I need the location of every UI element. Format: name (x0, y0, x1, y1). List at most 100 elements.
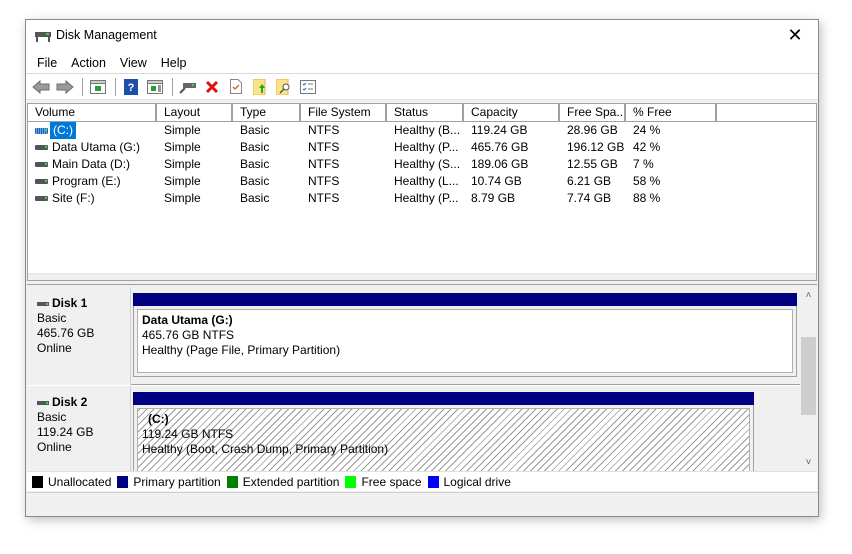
disk-management-app-icon (35, 32, 51, 42)
partition-details: (C:) 119.24 GB NTFS Healthy (Boot, Crash… (137, 408, 750, 471)
check-button[interactable] (225, 77, 247, 97)
folder-search-button[interactable] (273, 77, 295, 97)
layout-cell: Simple (164, 123, 201, 137)
menu-view[interactable]: View (113, 56, 154, 70)
legend: Unallocated Primary partition Extended p… (27, 471, 817, 491)
partition-details: Data Utama (G:) 465.76 GB NTFS Healthy (… (137, 309, 793, 373)
volume-list-header: Volume Layout Type File System Status Ca… (28, 104, 816, 122)
free-space-cell: 12.55 GB (567, 157, 618, 171)
help-button[interactable]: ? (120, 77, 142, 97)
partition-block[interactable]: (C:) 119.24 GB NTFS Healthy (Boot, Crash… (133, 392, 754, 471)
legend-item-extended: Extended partition (226, 475, 339, 489)
disk-connect-icon (179, 82, 196, 94)
column-header-layout[interactable]: Layout (157, 104, 233, 121)
percent-free-cell: 58 % (633, 174, 661, 188)
primary-partition-bar (133, 392, 754, 405)
title-bar: Disk Management ✕ (26, 20, 818, 52)
menu-help[interactable]: Help (154, 56, 194, 70)
legend-swatch (117, 475, 129, 488)
scroll-up-button[interactable]: ˄ (800, 287, 817, 304)
delete-button[interactable] (201, 77, 223, 97)
column-header-capacity[interactable]: Capacity (464, 104, 560, 121)
volume-row[interactable]: Data Utama (G:) Simple Basic NTFS Health… (28, 139, 816, 156)
column-header-file-system[interactable]: File System (301, 104, 387, 121)
drive-icon (35, 127, 48, 134)
svg-text:?: ? (128, 82, 135, 94)
scroll-down-button[interactable]: ˅ (800, 454, 817, 471)
partition-block[interactable]: Data Utama (G:) 465.76 GB NTFS Healthy (… (133, 293, 797, 377)
volume-row[interactable]: (C:) Simple Basic NTFS Healthy (B... 119… (28, 122, 816, 139)
menu-file[interactable]: File (30, 56, 64, 70)
disk-info[interactable]: Disk 2 Basic 119.24 GB Online (27, 386, 131, 471)
volume-row[interactable]: Main Data (D:) Simple Basic NTFS Healthy… (28, 156, 816, 173)
capacity-cell: 119.24 GB (471, 123, 528, 137)
volume-name: Site (F:) (52, 191, 95, 205)
connect-disk-button[interactable] (177, 77, 199, 97)
action-pane-button[interactable] (144, 77, 166, 97)
menu-action[interactable]: Action (64, 56, 113, 70)
percent-free-cell: 42 % (633, 140, 661, 154)
free-space-cell: 196.12 GB (567, 140, 625, 154)
toolbar-separator (82, 77, 83, 96)
disk-row: Disk 2 Basic 119.24 GB Online (C:) 119.2… (27, 386, 802, 471)
back-arrow-icon (32, 79, 50, 94)
chevron-down-icon: ˅ (805, 457, 812, 468)
check-document-icon (230, 79, 242, 94)
partition-name: (C:) (148, 412, 169, 426)
legend-item-logical: Logical drive (427, 474, 511, 489)
chevron-up-icon: ˄ (805, 290, 812, 301)
disk-state: Online (37, 341, 72, 355)
help-icon: ? (124, 78, 138, 95)
properties-list-icon (300, 79, 316, 94)
toolbar: ? (26, 74, 818, 100)
console-tree-button[interactable] (87, 77, 109, 97)
scrollbar-thumb[interactable] (801, 337, 816, 415)
volume-name: Program (E:) (52, 174, 121, 188)
file-system-cell: NTFS (308, 191, 340, 205)
legend-label: Logical drive (443, 474, 511, 489)
capacity-cell: 8.79 GB (471, 191, 516, 205)
folder-up-icon (253, 78, 266, 95)
legend-swatch (427, 475, 439, 488)
disk-icon (37, 400, 49, 405)
column-header-free-space[interactable]: Free Spa... (560, 104, 626, 121)
capacity-cell: 10.74 GB (471, 174, 522, 188)
properties-button[interactable] (297, 77, 319, 97)
legend-label: Unallocated (48, 474, 112, 489)
close-icon: ✕ (787, 24, 803, 45)
disk-info[interactable]: Disk 1 Basic 465.76 GB Online (27, 287, 131, 385)
free-space-cell: 28.96 GB (567, 123, 618, 137)
legend-item-primary: Primary partition (117, 475, 221, 489)
status-bar (26, 492, 818, 516)
layout-cell: Simple (164, 191, 201, 205)
close-button[interactable]: ✕ (772, 20, 818, 50)
disk-type: Basic (37, 311, 67, 325)
pane-splitter[interactable] (27, 281, 817, 285)
volume-list: Volume Layout Type File System Status Ca… (27, 103, 817, 281)
status-cell: Healthy (P... (394, 191, 459, 205)
legend-swatch (32, 475, 43, 488)
forward-button[interactable] (54, 77, 76, 97)
column-header-volume[interactable]: Volume (28, 104, 157, 121)
delete-x-icon (205, 80, 219, 93)
column-header-status[interactable]: Status (387, 104, 464, 121)
legend-swatch (226, 475, 238, 488)
percent-free-cell: 24 % (633, 123, 661, 137)
folder-up-button[interactable] (249, 77, 271, 97)
percent-free-cell: 88 % (633, 191, 661, 205)
disk-size: 119.24 GB (37, 425, 94, 439)
column-header-type[interactable]: Type (233, 104, 301, 121)
toolbar-separator (172, 77, 173, 96)
column-header-percent-free[interactable]: % Free (626, 104, 717, 121)
window-title: Disk Management (56, 28, 157, 42)
back-button[interactable] (30, 77, 52, 97)
volume-name: Data Utama (G:) (52, 140, 141, 154)
volume-row[interactable]: Program (E:) Simple Basic NTFS Healthy (… (28, 173, 816, 190)
volume-row[interactable]: Site (F:) Simple Basic NTFS Healthy (P..… (28, 190, 816, 207)
layout-cell: Simple (164, 174, 201, 188)
disk-name: Disk 1 (52, 296, 88, 310)
toolbar-separator (115, 77, 116, 96)
vertical-scrollbar[interactable]: ˄ ˅ (800, 287, 817, 471)
drive-icon (35, 179, 48, 184)
type-cell: Basic (240, 157, 270, 171)
